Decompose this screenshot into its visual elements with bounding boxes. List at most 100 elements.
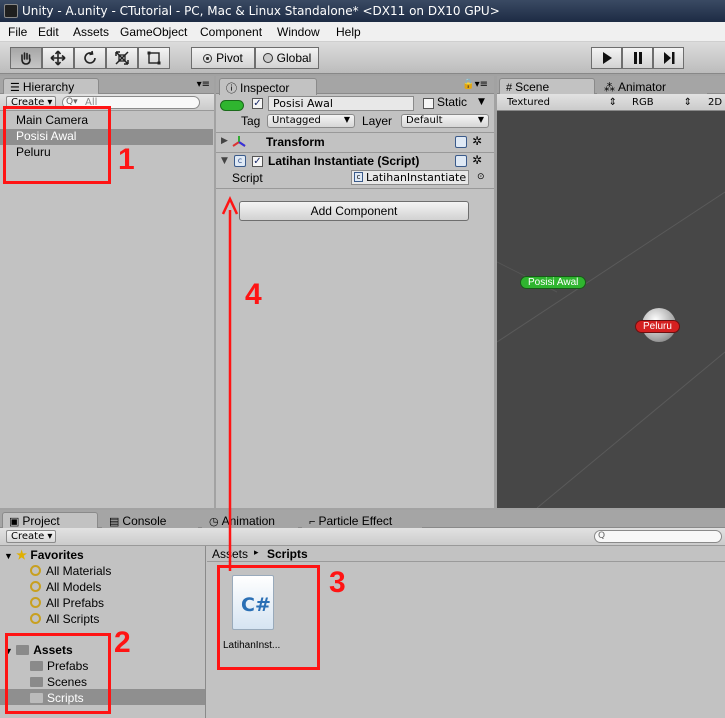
- scene-label-peluru[interactable]: Peluru: [635, 320, 680, 333]
- active-checkbox[interactable]: ✓: [252, 98, 263, 109]
- scale-tool-button[interactable]: [106, 47, 138, 69]
- script-value: LatihanInstantiate: [366, 171, 467, 184]
- tab-animation[interactable]: ◷ Animation: [202, 512, 298, 529]
- color-mode-dropdown[interactable]: RGB ⇕: [627, 96, 697, 109]
- static-label: Static: [437, 95, 468, 109]
- console-icon: ▤: [109, 516, 120, 528]
- breadcrumb: Assets ▸ Scripts: [207, 546, 725, 562]
- tab-hierarchy[interactable]: ☰ Hierarchy: [3, 78, 99, 95]
- hierarchy-tab-label: Hierarchy: [22, 80, 75, 94]
- tab-scene[interactable]: # Scene: [499, 78, 595, 95]
- grid-icon: #: [506, 82, 513, 94]
- favorite-all-models[interactable]: All Models: [30, 580, 101, 594]
- global-label: Global: [276, 51, 312, 65]
- menu-edit[interactable]: Edit: [38, 25, 59, 39]
- menu-window[interactable]: Window: [277, 25, 320, 39]
- gear-icon[interactable]: ✲: [472, 153, 482, 167]
- tag-dropdown[interactable]: Untagged ▼: [267, 114, 355, 128]
- tab-inspector[interactable]: ⓘ Inspector: [219, 78, 317, 95]
- hand-icon: [21, 52, 31, 65]
- project-search-row: Create ▾ Q: [0, 528, 725, 546]
- project-create-dropdown[interactable]: Create ▾: [6, 530, 56, 543]
- rotate-icon: [84, 50, 96, 64]
- star-icon: ★: [16, 548, 28, 562]
- pivot-label: Pivot: [216, 51, 243, 65]
- static-dropdown-icon[interactable]: ▼: [478, 97, 485, 107]
- tab-particle-effect[interactable]: ⌐ Particle Effect: [302, 512, 422, 529]
- animator-icon: ⁂: [604, 82, 615, 94]
- inspector-tab-label: Inspector: [240, 81, 290, 95]
- search-icon: [30, 597, 41, 608]
- project-tab-label: Project: [22, 514, 60, 528]
- search-icon: [30, 613, 41, 624]
- menu-file[interactable]: File: [8, 25, 27, 39]
- breadcrumb-scripts[interactable]: Scripts: [267, 547, 308, 561]
- collapse-arrow-icon[interactable]: ▼: [221, 156, 228, 166]
- menu-help[interactable]: Help: [336, 25, 361, 39]
- move-tool-button[interactable]: [42, 47, 74, 69]
- menu-assets[interactable]: Assets: [73, 25, 109, 39]
- layer-dropdown[interactable]: Default ▼: [401, 114, 489, 128]
- render-mode-value: Textured: [507, 97, 550, 108]
- script-component-header[interactable]: Latihan Instantiate (Script): [268, 154, 419, 168]
- pivot-icon: [203, 53, 213, 63]
- panel-menu-icon[interactable]: ▾≡: [197, 79, 210, 90]
- static-checkbox[interactable]: [423, 98, 434, 109]
- chevron-down-icon: ▼: [343, 115, 350, 124]
- unity-logo-icon: [4, 4, 18, 18]
- search-icon: [30, 565, 41, 576]
- transform-header[interactable]: Transform: [266, 135, 325, 149]
- tab-animator[interactable]: ⁂ Animator: [597, 78, 707, 95]
- favorite-label: All Scripts: [46, 612, 100, 626]
- pause-button[interactable]: [622, 47, 653, 69]
- favorite-all-materials[interactable]: All Materials: [30, 564, 111, 578]
- annotation-number-4: 4: [245, 278, 262, 311]
- play-button[interactable]: [591, 47, 622, 69]
- script-field[interactable]: c LatihanInstantiate: [351, 170, 469, 185]
- menu-gameobject[interactable]: GameObject: [120, 25, 187, 39]
- scene-label-posisi-awal[interactable]: Posisi Awal: [520, 276, 587, 289]
- rotate-tool-button[interactable]: [74, 47, 106, 69]
- global-button[interactable]: Global: [255, 47, 319, 69]
- object-name-field[interactable]: Posisi Awal: [268, 96, 414, 111]
- add-component-button[interactable]: Add Component: [239, 201, 469, 221]
- hierarchy-tabstrip: ☰ Hierarchy ▾≡: [0, 76, 214, 95]
- particle-tab-label: Particle Effect: [318, 514, 393, 528]
- layer-label: Layer: [362, 114, 393, 128]
- annotation-number-1: 1: [118, 143, 135, 176]
- render-mode-dropdown[interactable]: Textured ⇕: [502, 96, 622, 109]
- expand-arrow-icon[interactable]: ▶: [221, 136, 228, 146]
- pivot-toggle-group: Pivot Global: [191, 47, 319, 69]
- tab-console[interactable]: ▤ Console: [102, 512, 198, 529]
- help-icon[interactable]: [455, 155, 467, 167]
- step-icon: [663, 52, 674, 64]
- annotation-number-2: 2: [114, 626, 131, 659]
- hand-tool-button[interactable]: [10, 47, 42, 69]
- annotation-box-1: [3, 106, 111, 184]
- 2d-toggle[interactable]: 2D: [703, 96, 725, 109]
- transform-tools: [10, 47, 170, 69]
- annotation-number-3: 3: [329, 566, 346, 599]
- gear-icon[interactable]: ✲: [472, 134, 482, 148]
- chevron-updown-icon: ⇕: [683, 97, 692, 108]
- animator-tab-label: Animator: [618, 80, 667, 94]
- favorite-all-prefabs[interactable]: All Prefabs: [30, 596, 104, 610]
- pivot-button[interactable]: Pivot: [191, 47, 255, 69]
- menu-component[interactable]: Component: [200, 25, 262, 39]
- favorite-all-scripts[interactable]: All Scripts: [30, 612, 99, 626]
- project-search-input[interactable]: Q: [594, 530, 722, 543]
- lock-icon[interactable]: 🔒▾≡: [462, 79, 488, 90]
- step-button[interactable]: [653, 47, 684, 69]
- tag-value: Untagged: [272, 115, 321, 126]
- help-icon[interactable]: [455, 136, 467, 148]
- playback-controls: [591, 47, 684, 69]
- favorite-label: All Prefabs: [46, 596, 105, 610]
- rect-tool-button[interactable]: [138, 47, 170, 69]
- tab-project[interactable]: ▣ Project: [2, 512, 98, 529]
- chevron-right-icon: ▸: [254, 547, 259, 557]
- script-enabled-checkbox[interactable]: ✓: [252, 156, 263, 167]
- favorites-section[interactable]: ▼ ★ Favorites: [4, 548, 84, 562]
- script-field-label: Script: [232, 171, 263, 185]
- object-picker-icon[interactable]: ⊙: [477, 172, 485, 182]
- create-label: Create: [11, 531, 45, 542]
